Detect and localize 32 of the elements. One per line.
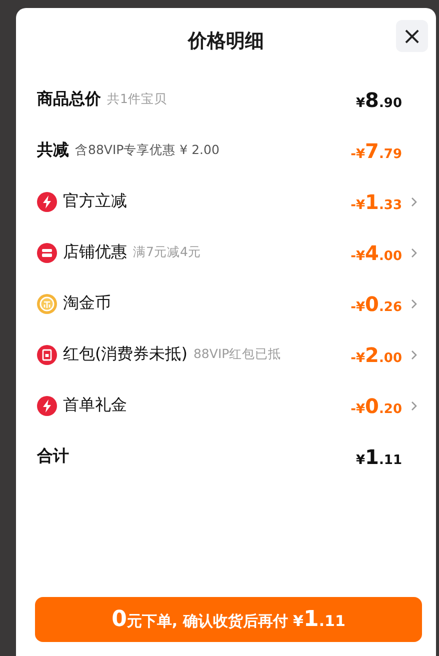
row-label: 共减	[37, 140, 69, 161]
amount: -¥0.20	[350, 394, 402, 418]
row-note: 满7元减4元	[133, 244, 201, 261]
chevron-right-icon[interactable]	[410, 246, 418, 258]
row-note: 含88VIP专享优惠 ¥ 2.00	[75, 142, 220, 159]
shop-icon	[37, 242, 57, 262]
envelope-icon	[37, 344, 57, 364]
row-label: 店铺优惠	[63, 242, 127, 263]
chevron-right-icon[interactable]	[410, 298, 418, 310]
amount: ¥1.11	[356, 444, 402, 468]
row-note: 共1件宝贝	[107, 91, 167, 108]
row-label: 合计	[37, 446, 69, 467]
sheet-title: 价格明细	[188, 29, 264, 54]
amount: -¥7.79	[350, 138, 402, 162]
amount: -¥0.26	[350, 292, 402, 316]
lightning-icon	[37, 192, 57, 212]
row-label: 商品总价	[37, 89, 101, 110]
amount: -¥1.33	[350, 190, 402, 214]
close-button[interactable]: ×	[396, 20, 428, 52]
lightning-icon	[37, 396, 57, 416]
amount: -¥2.00	[350, 342, 402, 366]
chevron-right-icon[interactable]	[410, 196, 418, 208]
chevron-right-icon[interactable]	[410, 400, 418, 412]
row-label: 淘金币	[63, 293, 111, 314]
coin-icon	[37, 294, 57, 314]
row-label: 红包(消费券未抵)	[63, 344, 188, 365]
row-label: 首单礼金	[63, 395, 127, 416]
row-note: 88VIP红包已抵	[193, 346, 282, 363]
chevron-right-icon[interactable]	[410, 348, 418, 360]
row-label: 官方立减	[63, 191, 127, 212]
amount: ¥8.90	[356, 88, 402, 112]
amount: -¥4.00	[350, 240, 402, 264]
